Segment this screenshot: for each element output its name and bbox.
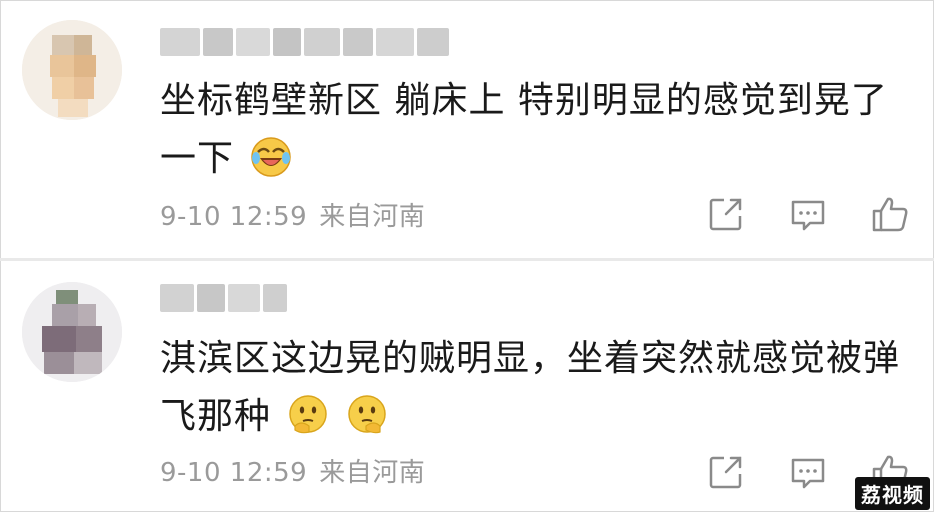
comment-text: 淇滨区这边晃的贼明显，坐着突然就感觉被弹 飞那种	[160, 330, 900, 446]
comment-location: 来自河南	[319, 202, 426, 232]
comment-item: 淇滨区这边晃的贼明显，坐着突然就感觉被弹 飞那种 9-10 12:59 来自河南	[0, 262, 934, 512]
comment-meta: 9-10 12:59 来自河南	[160, 196, 425, 233]
comment-text-line: 淇滨区这边晃的贼明显，坐着突然就感觉被弹	[160, 338, 901, 379]
watermark-logo: 荔视频	[855, 477, 930, 510]
blurred-avatar-image	[22, 282, 122, 382]
thinking-face-emoji-icon	[289, 395, 328, 434]
comment-text-line: 一下	[160, 138, 235, 179]
username-blurred[interactable]	[160, 28, 449, 56]
avatar[interactable]	[22, 20, 122, 120]
username-blurred[interactable]	[160, 284, 287, 312]
comment-text-line: 飞那种	[160, 396, 272, 437]
comment-text-line: 坐标鹤壁新区 躺床上 特别明显的感觉到晃了	[160, 80, 888, 121]
share-icon[interactable]	[706, 452, 746, 492]
comment-divider	[0, 258, 934, 261]
comment-actions	[706, 194, 910, 234]
laughing-crying-emoji-icon	[251, 137, 292, 177]
comment-date: 9-10 12:59	[160, 202, 308, 232]
thumbs-up-icon[interactable]	[870, 194, 910, 234]
share-icon[interactable]	[706, 194, 746, 234]
comment-text: 坐标鹤壁新区 躺床上 特别明显的感觉到晃了 一下	[160, 72, 900, 188]
comment-item: 坐标鹤壁新区 躺床上 特别明显的感觉到晃了 一下 9-10 12:59 来自河南	[0, 0, 934, 258]
avatar[interactable]	[22, 282, 122, 382]
comment-meta: 9-10 12:59 来自河南	[160, 452, 425, 489]
thinking-face-emoji-icon	[348, 395, 386, 434]
comment-icon[interactable]	[788, 452, 828, 492]
blurred-avatar-image	[22, 20, 122, 120]
comment-icon[interactable]	[788, 194, 828, 234]
comment-location: 来自河南	[319, 458, 426, 488]
comment-date: 9-10 12:59	[160, 458, 308, 488]
